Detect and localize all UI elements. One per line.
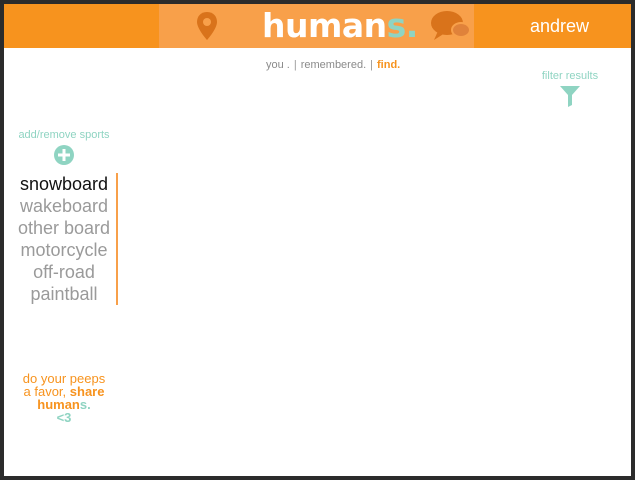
sport-item-off-road[interactable]: off-road: [14, 261, 114, 283]
logo-main: human: [262, 6, 387, 45]
filter-results-button[interactable]: filter results: [540, 70, 600, 108]
funnel-icon[interactable]: [559, 84, 581, 108]
sport-item-snowboard[interactable]: snowboard: [14, 173, 114, 195]
sports-list: snowboard wakeboard other board motorcyc…: [14, 173, 118, 305]
app-frame: humans. andrew you . | remembered. | find. f…: [4, 4, 631, 476]
nav-remembered[interactable]: remembered.: [301, 59, 366, 71]
add-remove-sports-label: add/remove sports: [18, 129, 110, 141]
sport-item-other-board[interactable]: other board: [14, 217, 114, 239]
location-pin-icon[interactable]: [195, 11, 219, 41]
sport-item-wakeboard[interactable]: wakeboard: [14, 195, 114, 217]
filter-results-label: filter results: [541, 70, 599, 82]
plus-circle-icon[interactable]: [54, 145, 74, 165]
top-bar: humans. andrew: [4, 4, 631, 48]
sport-item-paintball[interactable]: paintball: [14, 283, 114, 305]
nav-separator: |: [370, 59, 373, 71]
nav-separator: |: [293, 59, 297, 71]
share-brand-accent: s.: [79, 397, 91, 412]
nav-you[interactable]: you .: [266, 59, 290, 71]
nav-find[interactable]: find.: [377, 59, 400, 71]
add-remove-sports[interactable]: add/remove sports: [14, 129, 114, 165]
logo[interactable]: humans.: [262, 7, 418, 45]
sub-navigation: you . | remembered. | find.: [266, 59, 400, 71]
chat-bubbles-icon[interactable]: [430, 9, 472, 43]
logo-accent: s.: [386, 6, 419, 45]
heart-emoticon: <3: [56, 410, 72, 425]
sport-item-motorcycle[interactable]: motorcycle: [14, 239, 114, 261]
share-prompt[interactable]: do your peeps a favor, share humans. <3: [9, 372, 119, 424]
username[interactable]: andrew: [530, 4, 589, 48]
